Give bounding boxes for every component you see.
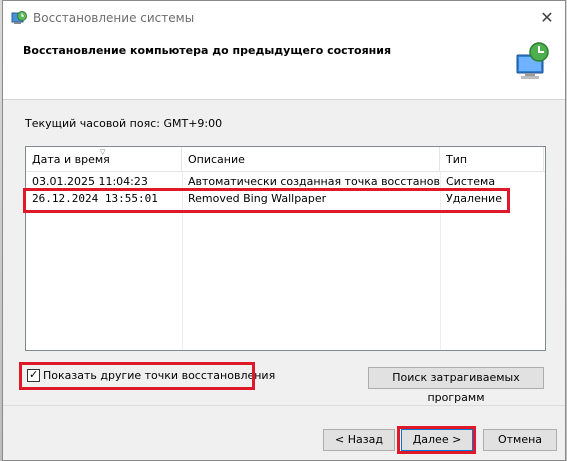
table-row[interactable]: 03.01.2025 11:04:23 Автоматически создан…: [26, 173, 545, 190]
row-description: Автоматически созданная точка восстановл…: [188, 175, 440, 188]
system-restore-icon: [11, 11, 27, 24]
restore-computer-icon: [516, 42, 549, 79]
row-date: 26.12.2024 13:55:01: [32, 192, 158, 205]
title-bar: Восстановление системы ✕: [3, 1, 565, 35]
window-title: Восстановление системы: [33, 11, 195, 25]
show-more-label: Показать другие точки восстановления: [43, 369, 276, 382]
sort-arrow-icon: ▽: [100, 148, 106, 156]
page-title: Восстановление компьютера до предыдущего…: [23, 44, 392, 57]
column-description[interactable]: Описание: [182, 147, 440, 171]
next-button[interactable]: Далее >: [401, 429, 473, 451]
footer-divider: [3, 405, 565, 406]
cancel-button[interactable]: Отмена: [483, 429, 557, 451]
column-description-label: Описание: [188, 153, 245, 166]
checkmark-icon: ✓: [29, 368, 39, 381]
column-date[interactable]: ▽ Дата и время: [26, 147, 182, 171]
column-type-label: Тип: [446, 153, 468, 166]
scan-affected-programs-button[interactable]: Поиск затрагиваемых программ: [368, 367, 544, 404]
row-date: 03.01.2025 11:04:23: [32, 175, 148, 188]
table-row[interactable]: 26.12.2024 13:55:01 Removed Bing Wallpap…: [26, 190, 545, 207]
back-button[interactable]: < Назад: [323, 429, 395, 451]
row-type: Система: [446, 175, 496, 188]
column-date-label: Дата и время: [32, 153, 110, 166]
row-description: Removed Bing Wallpaper: [188, 192, 327, 205]
timezone-label: Текущий часовой пояс: GMT+9:00: [25, 117, 223, 130]
row-type: Удаление: [446, 192, 502, 205]
restore-points-list[interactable]: ▽ Дата и время Описание Тип 03.01.2025 1…: [25, 146, 546, 351]
wizard-header: Восстановление компьютера до предыдущего…: [3, 35, 565, 100]
list-header: ▽ Дата и время Описание Тип: [26, 147, 545, 172]
system-restore-window: Восстановление системы ✕ Восстановление …: [2, 0, 566, 461]
column-type[interactable]: Тип: [440, 147, 544, 171]
checkbox-box[interactable]: ✓: [27, 368, 40, 382]
close-icon[interactable]: ✕: [537, 8, 557, 28]
